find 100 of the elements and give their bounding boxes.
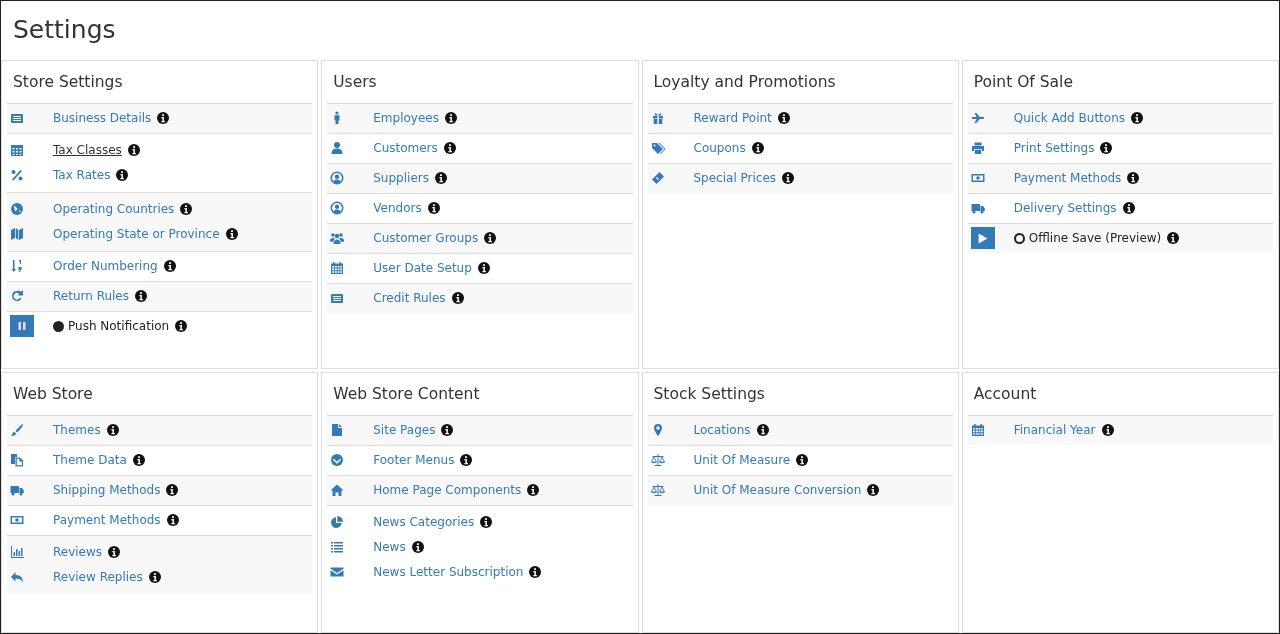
- info-icon: [411, 541, 424, 554]
- settings-link[interactable]: Business Details: [53, 109, 152, 128]
- panel-title: Account: [973, 385, 1038, 404]
- ticket-icon: [650, 171, 665, 186]
- info-icon: [796, 454, 809, 467]
- chevron-circle-icon: [330, 453, 345, 468]
- file-icon: [330, 423, 345, 438]
- bar-chart-icon: [10, 545, 24, 560]
- info-icon: [777, 112, 790, 125]
- info-icon: [444, 112, 457, 125]
- settings-link[interactable]: News: [373, 538, 406, 557]
- sort-numeric-icon: [10, 259, 24, 274]
- info-icon: [1101, 424, 1114, 437]
- redo-icon: [10, 289, 24, 304]
- settings-link[interactable]: Operating Countries: [53, 200, 175, 219]
- info-icon: [175, 320, 188, 333]
- settings-link[interactable]: Print Settings: [1013, 139, 1095, 158]
- info-icon: [867, 484, 880, 497]
- list-icon: [330, 291, 345, 306]
- settings-link[interactable]: Theme Data: [53, 451, 127, 470]
- info-icon: [1122, 202, 1135, 215]
- info-icon: [108, 546, 121, 559]
- settings-link[interactable]: Suppliers: [373, 169, 429, 188]
- settings-link[interactable]: Reward Point: [693, 109, 772, 128]
- info-icon: [1127, 172, 1140, 185]
- calendar-icon: [970, 423, 985, 438]
- info-icon: [180, 203, 193, 216]
- settings-link[interactable]: Review Replies: [53, 568, 143, 587]
- info-icon: [441, 424, 454, 437]
- envelope-icon: [330, 565, 345, 580]
- copy-icon: [10, 453, 24, 468]
- info-icon: [756, 424, 769, 437]
- info-icon: [480, 516, 493, 529]
- panel-title: Point Of Sale: [973, 73, 1074, 92]
- settings-link[interactable]: Locations: [693, 421, 751, 440]
- settings-link[interactable]: Customers: [373, 139, 438, 158]
- settings-link[interactable]: Employees: [373, 109, 439, 128]
- panel-title: Stock Settings: [653, 385, 766, 404]
- info-icon: [751, 142, 764, 155]
- pause-button[interactable]: [10, 315, 34, 338]
- settings-link[interactable]: News Letter Subscription: [373, 563, 524, 582]
- settings-link[interactable]: Site Pages: [373, 421, 436, 440]
- info-icon: [529, 566, 542, 579]
- settings-link[interactable]: Reviews: [53, 543, 103, 562]
- settings-link[interactable]: Footer Menus: [373, 451, 455, 470]
- panel-title: Loyalty and Promotions: [653, 73, 837, 92]
- brush-icon: [10, 423, 24, 438]
- info-icon: [127, 144, 140, 157]
- settings-link[interactable]: Themes: [53, 421, 101, 440]
- truck-icon: [10, 483, 24, 498]
- calculator-icon: [10, 143, 24, 158]
- play-button[interactable]: [970, 227, 995, 250]
- plane-icon: [970, 111, 985, 126]
- pause-icon: [17, 321, 27, 332]
- users-icon: [330, 231, 345, 246]
- info-icon: [1100, 142, 1113, 155]
- map-icon: [10, 227, 24, 242]
- settings-link[interactable]: Tax Classes: [53, 141, 122, 160]
- play-icon: [977, 232, 989, 244]
- panel-title: Users: [333, 73, 378, 92]
- settings-link[interactable]: User Date Setup: [373, 259, 472, 278]
- settings-link[interactable]: Unit Of Measure: [693, 451, 791, 470]
- reply-icon: [10, 570, 24, 585]
- tags-icon: [650, 141, 665, 156]
- settings-link[interactable]: Order Numbering: [53, 257, 158, 276]
- settings-link[interactable]: Special Prices: [693, 169, 777, 188]
- settings-link[interactable]: Delivery Settings: [1013, 199, 1117, 218]
- info-icon: [782, 172, 795, 185]
- info-icon: [116, 169, 129, 182]
- settings-link[interactable]: Financial Year: [1013, 421, 1096, 440]
- settings-link[interactable]: Return Rules: [53, 287, 129, 306]
- settings-link[interactable]: Operating State or Province: [53, 225, 220, 244]
- scale-icon: [650, 453, 665, 468]
- printer-icon: [970, 141, 985, 156]
- list-icon: [10, 111, 24, 126]
- gift-icon: [650, 111, 665, 126]
- user-icon: [330, 141, 345, 156]
- truck-icon: [970, 201, 985, 216]
- info-icon: [106, 424, 119, 437]
- info-icon: [1167, 232, 1180, 245]
- setting-label: Offline Save (Preview): [1028, 230, 1162, 248]
- info-icon: [166, 484, 179, 497]
- settings-link[interactable]: Coupons: [693, 139, 746, 158]
- settings-link[interactable]: Tax Rates: [53, 166, 111, 185]
- info-icon: [132, 454, 145, 467]
- page-title: Settings: [13, 15, 117, 45]
- info-icon: [163, 260, 176, 273]
- settings-link[interactable]: Payment Methods: [53, 511, 161, 530]
- pie-chart-icon: [330, 515, 345, 530]
- info-icon: [443, 142, 456, 155]
- info-icon: [166, 514, 179, 527]
- settings-link[interactable]: News Categories: [373, 513, 475, 532]
- info-icon: [135, 290, 147, 303]
- home-icon: [330, 483, 345, 498]
- settings-link[interactable]: Credit Rules: [373, 289, 446, 308]
- info-icon: [477, 262, 490, 275]
- percent-icon: [10, 168, 24, 183]
- info-icon: [225, 228, 238, 241]
- settings-link[interactable]: Vendors: [373, 199, 422, 218]
- bullet-list-icon: [330, 540, 345, 555]
